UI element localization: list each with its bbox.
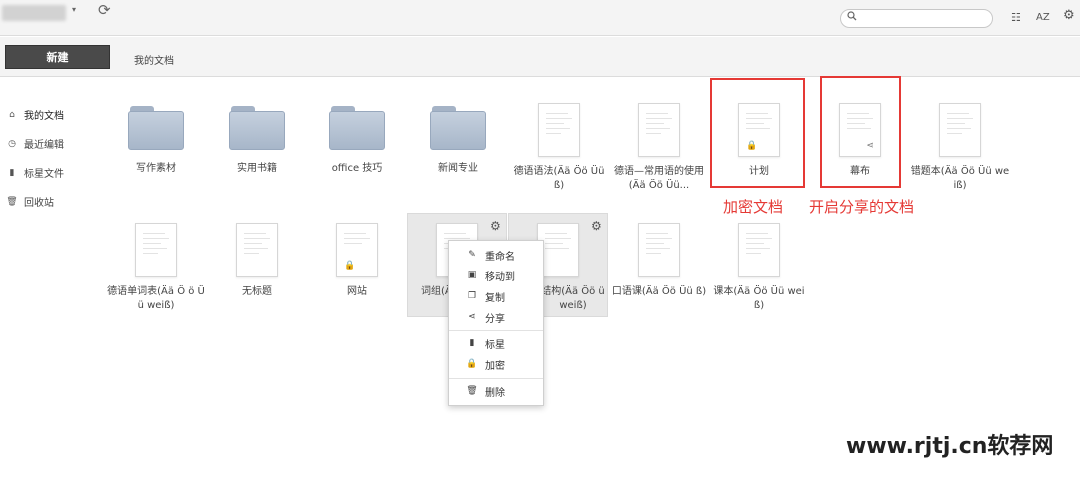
sync-icon[interactable]: ⟳: [98, 3, 111, 18]
home-icon: ⌂: [9, 109, 15, 120]
item-label: 实用书籍: [237, 163, 277, 174]
menu-item-copy[interactable]: ❐ 复制: [449, 286, 543, 306]
menu-divider: [449, 378, 543, 379]
sidebar-item-trash[interactable]: 🗑 回收站: [6, 194, 54, 210]
menu-item-share[interactable]: ⋖ 分享: [449, 307, 543, 327]
item-label: 德语—常用语的使用(Ää Öö Üü...: [614, 166, 704, 191]
menu-divider: [449, 330, 543, 331]
folder-move-icon: ▣: [467, 270, 477, 280]
bookmark-icon: ▮: [9, 167, 15, 178]
lock-icon: 🔒: [344, 261, 356, 271]
document-thumbnail-icon: [236, 223, 278, 277]
list-view-icon[interactable]: ☷: [1011, 11, 1021, 25]
lock-icon: 🔒: [466, 359, 478, 369]
document-thumbnail-icon: [638, 223, 680, 277]
document-item[interactable]: 无标题: [207, 223, 307, 299]
document-item[interactable]: 德语语法(Ää Öö Üü ß): [509, 103, 609, 193]
annotation-label-shared: 开启分享的文档: [809, 198, 915, 216]
menu-item-label: 分享: [485, 313, 505, 325]
document-item[interactable]: 德语单词表(Ää Ö ö Üü weiß): [106, 223, 206, 313]
document-item[interactable]: 口语课(Ää Öö Üü ß): [609, 223, 709, 299]
item-label: office 技巧: [331, 163, 383, 174]
search-input[interactable]: [863, 11, 987, 26]
document-thumbnail-icon: 🔒: [336, 223, 378, 277]
item-label: 课本(Ää Öö Üü weiß): [713, 286, 805, 311]
item-label: 网站: [347, 286, 367, 297]
trash-icon: 🗑: [6, 196, 18, 207]
clock-icon: ◷: [8, 138, 16, 149]
menu-item-label: 加密: [485, 360, 505, 372]
account-name-blurred[interactable]: [2, 5, 66, 21]
sort-az-icon[interactable]: AZ: [1036, 11, 1050, 25]
bookmark-icon: ▮: [469, 338, 475, 348]
menu-item-star[interactable]: ▮ 标星: [449, 333, 543, 353]
item-label: 德语单词表(Ää Ö ö Üü weiß): [107, 286, 205, 311]
sidebar-item-label: 标星文件: [24, 169, 64, 180]
settings-gear-icon[interactable]: ⚙: [1063, 9, 1075, 23]
document-item[interactable]: 德语—常用语的使用(Ää Öö Üü...: [609, 103, 709, 193]
menu-item-label: 删除: [485, 387, 505, 399]
context-menu: ✎ 重命名 ▣ 移动到 ❐ 复制 ⋖ 分享 ▮ 标星 🔒 加密 🗑 删除: [448, 240, 544, 406]
sidebar-item-starred[interactable]: ▮ 标星文件: [6, 165, 64, 181]
menu-item-rename[interactable]: ✎ 重命名: [449, 245, 543, 265]
pencil-icon: ✎: [468, 250, 476, 260]
document-thumbnail-icon: [638, 103, 680, 157]
item-label: 错题本(Ää Öö Üü weiß): [910, 166, 1010, 191]
document-thumbnail-icon: [738, 223, 780, 277]
document-thumbnail-icon: [135, 223, 177, 277]
sidebar-item-label: 回收站: [24, 198, 54, 209]
folder-item[interactable]: 新闻专业: [408, 104, 508, 176]
top-bar: ▾ ⟳ ☷ AZ ⚙: [0, 0, 1080, 36]
item-label: 口语课(Ää Öö Üü ß): [611, 286, 707, 297]
sidebar-item-recent[interactable]: ◷ 最近编辑: [6, 136, 64, 152]
item-label: 无标题: [242, 286, 272, 297]
menu-item-label: 重命名: [485, 251, 515, 263]
menu-item-encrypt[interactable]: 🔒 加密: [449, 354, 543, 374]
folder-icon: [430, 104, 486, 150]
new-button[interactable]: 新建: [5, 45, 110, 69]
menu-item-label: 移动到: [485, 271, 515, 283]
folder-icon: [128, 104, 184, 150]
menu-item-label: 标星: [485, 339, 505, 351]
item-label: 德语语法(Ää Öö Üü ß): [513, 166, 605, 191]
document-item[interactable]: 课本(Ää Öö Üü weiß): [709, 223, 809, 313]
folder-icon: [329, 104, 385, 150]
watermark-text: www.rjtj.cn软荐网: [846, 434, 1054, 459]
menu-item-label: 复制: [485, 292, 505, 304]
toolbar: 新建 我的文档: [0, 37, 1080, 77]
sidebar-item-label: 最近编辑: [24, 140, 64, 151]
trash-icon: 🗑: [466, 386, 478, 396]
share-icon: ⋖: [468, 312, 476, 322]
item-label: 写作素材: [136, 163, 176, 174]
sidebar-item-my-docs[interactable]: ⌂ 我的文档: [6, 107, 64, 123]
annotation-box-encrypted: [710, 78, 805, 188]
folder-item[interactable]: 实用书籍: [207, 104, 307, 176]
annotation-box-shared: [820, 76, 901, 188]
annotation-label-encrypted: 加密文档: [723, 198, 784, 216]
document-item[interactable]: 错题本(Ää Öö Üü weiß): [910, 103, 1010, 193]
account-caret-icon[interactable]: ▾: [72, 5, 76, 14]
folder-item[interactable]: office 技巧: [307, 104, 407, 176]
menu-item-delete[interactable]: 🗑 删除: [449, 381, 543, 401]
document-thumbnail-icon: [538, 103, 580, 157]
search-icon: [847, 11, 857, 21]
breadcrumb[interactable]: 我的文档: [134, 52, 174, 67]
document-item-encrypted[interactable]: 🔒 网站: [307, 223, 407, 299]
document-thumbnail-icon: [939, 103, 981, 157]
folder-item[interactable]: 写作素材: [106, 104, 206, 176]
menu-item-move[interactable]: ▣ 移动到: [449, 265, 543, 285]
sidebar-item-label: 我的文档: [24, 111, 64, 122]
item-label: 新闻专业: [438, 163, 478, 174]
copy-icon: ❐: [467, 291, 477, 301]
search-box[interactable]: [840, 9, 993, 28]
folder-icon: [229, 104, 285, 150]
